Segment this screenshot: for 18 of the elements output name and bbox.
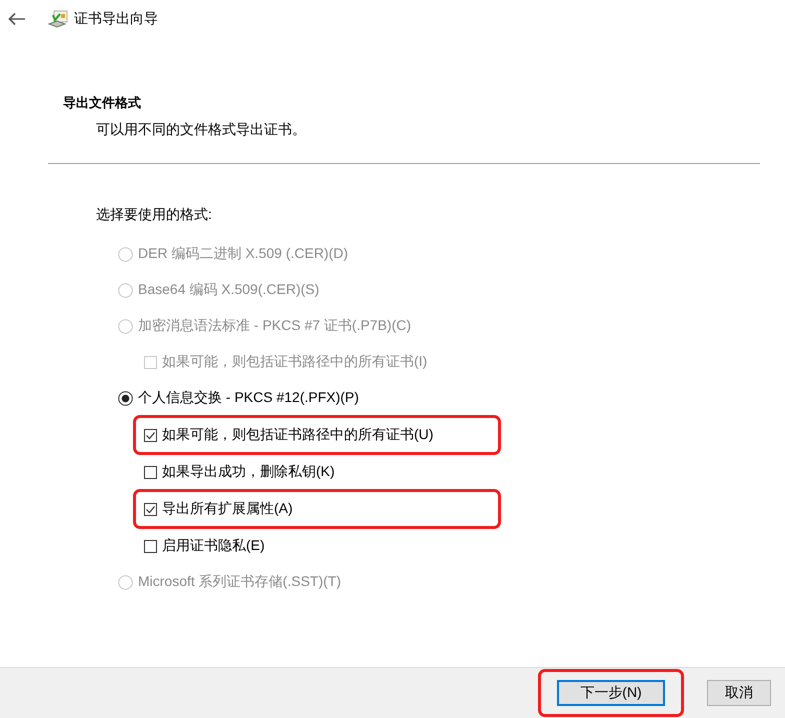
format-prompt: 选择要使用的格式: — [96, 206, 213, 224]
window-title: 证书导出向导 — [74, 10, 158, 28]
checkbox-label[interactable]: 启用证书隐私(E) — [162, 537, 265, 555]
checkbox[interactable] — [144, 502, 157, 516]
back-arrow-icon[interactable] — [8, 12, 26, 26]
checkbox[interactable] — [144, 540, 157, 552]
checkbox[interactable] — [144, 428, 157, 442]
checkbox-label[interactable]: 如果导出成功，删除私钥(K) — [162, 463, 335, 481]
cancel-button[interactable]: 取消 — [707, 680, 771, 706]
certificate-icon — [48, 9, 68, 29]
section-description: 可以用不同的文件格式导出证书。 — [96, 121, 307, 139]
checkbox[interactable] — [144, 466, 157, 478]
radio-label[interactable]: 个人信息交换 - PKCS #12(.PFX)(P) — [138, 389, 359, 407]
next-button[interactable]: 下一步(N) — [557, 680, 665, 706]
section-title: 导出文件格式 — [63, 94, 142, 112]
checkbox-label[interactable]: 导出所有扩展属性(A) — [162, 500, 293, 518]
radio-button[interactable] — [118, 390, 133, 406]
checkbox-label[interactable]: 如果可能，则包括证书路径中的所有证书(U) — [162, 426, 434, 444]
